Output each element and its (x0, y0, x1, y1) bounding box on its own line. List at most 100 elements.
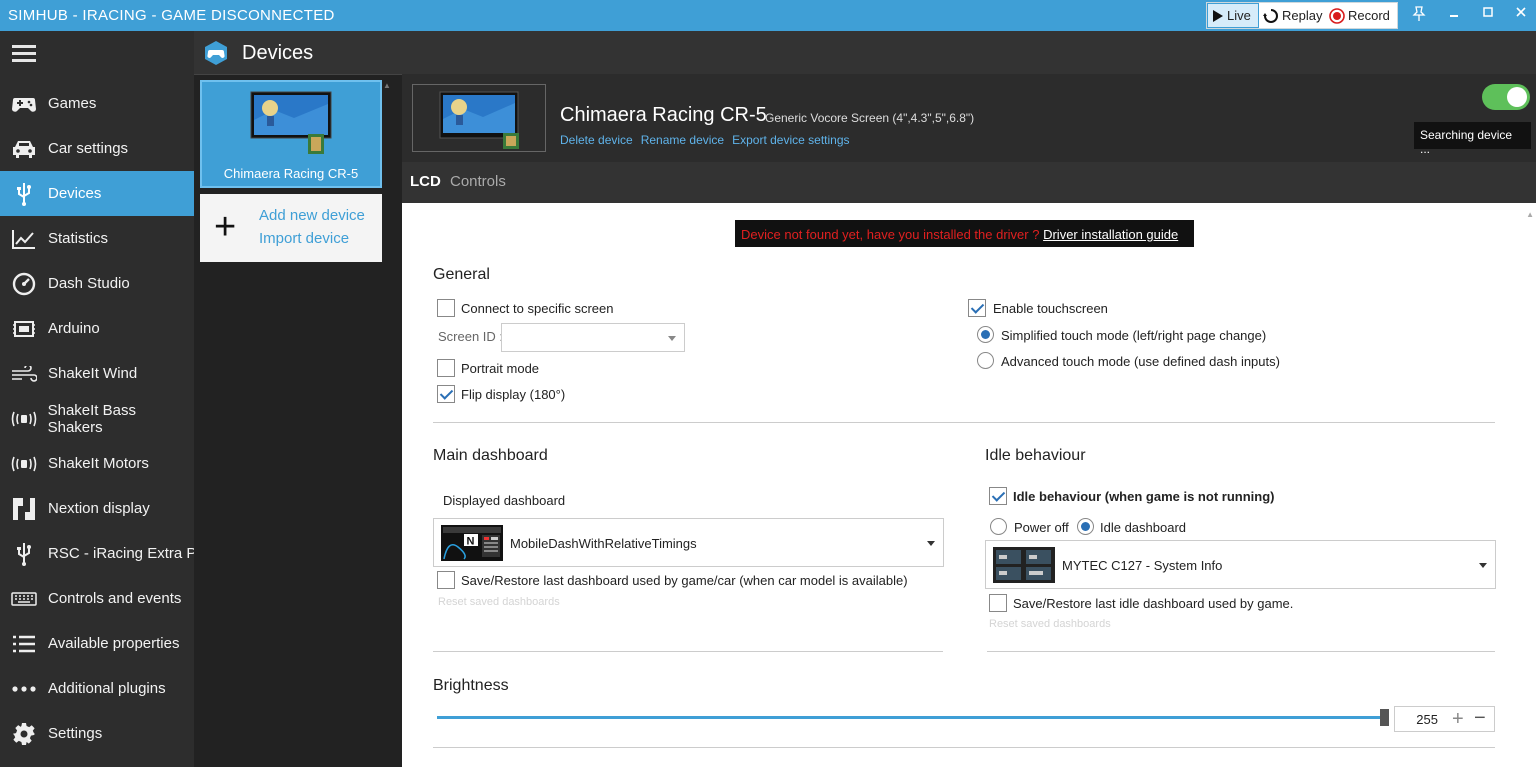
sidebar-item-statistics[interactable]: Statistics (0, 216, 194, 261)
export-device-settings-link[interactable]: Export device settings (732, 133, 849, 147)
chevron-down-icon (1479, 562, 1487, 568)
device-thumbnail (250, 90, 334, 156)
increment-icon[interactable]: + (1452, 708, 1464, 731)
sidebar-item-games[interactable]: Games (0, 81, 194, 126)
close-icon[interactable] (1510, 6, 1532, 26)
brightness-stepper[interactable]: 255 + − (1394, 706, 1495, 732)
flip-display-checkbox[interactable] (437, 385, 455, 403)
brightness-section-title: Brightness (433, 677, 509, 694)
idle-behaviour-checkbox[interactable] (989, 487, 1007, 505)
sidebar-item-additional-plugins[interactable]: Additional plugins (0, 666, 194, 711)
pin-icon[interactable] (1408, 6, 1430, 26)
delete-device-link[interactable]: Delete device (560, 133, 633, 147)
sidebar-item-shakeit-motors[interactable]: ShakeIt Motors (0, 441, 194, 486)
device-actions: Delete device Rename device Export devic… (560, 133, 850, 147)
chevron-down-icon (927, 540, 935, 546)
minimize-icon[interactable] (1443, 6, 1465, 26)
divider (433, 747, 1495, 748)
sidebar-item-car-settings[interactable]: Car settings (0, 126, 194, 171)
screen-id-select[interactable] (501, 323, 685, 352)
sidebar-item-dash-studio[interactable]: Dash Studio (0, 261, 194, 306)
sidebar-item-shakeit-wind[interactable]: ShakeIt Wind (0, 351, 194, 396)
decrement-icon[interactable]: − (1474, 707, 1486, 730)
car-icon (0, 139, 48, 159)
scroll-up-icon[interactable]: ▲ (383, 81, 391, 90)
sidebar-item-settings[interactable]: Settings (0, 711, 194, 756)
device-enabled-toggle[interactable] (1482, 84, 1530, 110)
advanced-touch-radio[interactable] (977, 352, 994, 369)
connect-specific-screen-checkbox[interactable] (437, 299, 455, 317)
sidebar-item-rsc-iracing[interactable]: RSC - iRacing Extra Pro (0, 531, 194, 576)
plus-icon: + (214, 206, 237, 248)
chevron-down-icon (668, 335, 676, 341)
tab-controls[interactable]: Controls (450, 173, 506, 190)
idle-dashboard-select[interactable]: MYTEC C127 - System Info (985, 540, 1496, 589)
rename-device-link[interactable]: Rename device (641, 133, 724, 147)
gauge-icon (0, 272, 48, 296)
save-restore-dashboard-checkbox[interactable] (437, 571, 455, 589)
portrait-mode-checkbox[interactable] (437, 359, 455, 377)
main-dashboard-select[interactable]: N MobileDashWithRelativeTimings (433, 518, 944, 567)
playback-controls: Live Replay Record (1206, 2, 1398, 29)
portrait-mode-label: Portrait mode (461, 361, 540, 376)
record-button[interactable]: Record (1325, 3, 1395, 28)
simplified-touch-radio[interactable] (977, 326, 994, 343)
device-list: Chimaera Racing CR-5 + Add new device Im… (194, 74, 402, 767)
chip-icon (0, 319, 48, 339)
brightness-slider-handle[interactable] (1380, 709, 1389, 726)
page-title: Devices (242, 42, 314, 64)
device-type: Generic Vocore Screen (4",4.3",5",6.8") (765, 111, 975, 125)
advanced-touch-label: Advanced touch mode (use defined dash in… (1001, 354, 1280, 369)
live-button[interactable]: Live (1207, 3, 1259, 28)
power-off-label: Power off (1014, 520, 1069, 535)
idle-behaviour-label: Idle behaviour (when game is not running… (1013, 489, 1275, 504)
main-dashboard-value: MobileDashWithRelativeTimings (510, 536, 697, 551)
sidebar-item-arduino[interactable]: Arduino (0, 306, 194, 351)
record-icon (1329, 7, 1345, 24)
divider (433, 422, 1495, 423)
sidebar-item-nextion-display[interactable]: Nextion display (0, 486, 194, 531)
idle-dashboard-radio[interactable] (1077, 518, 1094, 535)
usb-icon (0, 182, 48, 206)
usb-icon (0, 542, 48, 566)
device-header-thumbnail (412, 84, 546, 152)
sidebar-item-shakeit-bass-shakers[interactable]: ShakeIt Bass Shakers (0, 396, 194, 441)
svg-text:N: N (467, 536, 475, 548)
brightness-slider-track[interactable] (437, 716, 1385, 719)
hamburger-menu-icon[interactable] (12, 45, 36, 63)
reset-saved-idle-dashboards-link[interactable]: Reset saved dashboards (989, 618, 1111, 630)
simplified-touch-label: Simplified touch mode (left/right page c… (1001, 328, 1267, 343)
add-device-card: + Add new device Import device (200, 194, 382, 262)
page-header: Devices (194, 31, 1536, 74)
sidebar-item-controls-and-events[interactable]: Controls and events (0, 576, 194, 621)
connect-specific-screen-label: Connect to specific screen (461, 301, 614, 316)
screen-id-label: Screen ID : (438, 329, 504, 344)
save-restore-idle-checkbox[interactable] (989, 594, 1007, 612)
replay-button[interactable]: Replay (1259, 3, 1325, 28)
device-name: Chimaera Racing CR-5 (560, 104, 767, 126)
idle-dashboard-label: Idle dashboard (1100, 520, 1187, 535)
device-card-name: Chimaera Racing CR-5 (223, 166, 359, 181)
vibration-icon (0, 410, 48, 428)
import-device-link[interactable]: Import device (259, 230, 349, 247)
main-dashboard-section-title: Main dashboard (433, 447, 548, 464)
device-card-selected[interactable]: Chimaera Racing CR-5 (200, 80, 382, 188)
lcd-settings-panel: ▲ Device not found yet, have you install… (402, 203, 1536, 767)
add-new-device-link[interactable]: Add new device (259, 207, 365, 224)
power-off-radio[interactable] (990, 518, 1007, 535)
sidebar-item-available-properties[interactable]: Available properties (0, 621, 194, 666)
title-bar: SIMHUB - IRACING - GAME DISCONNECTED Liv… (0, 0, 1536, 31)
tab-lcd[interactable]: LCD (410, 173, 441, 190)
dots-icon (0, 685, 48, 692)
sidebar-item-devices[interactable]: Devices (0, 171, 194, 216)
nextion-icon (0, 497, 48, 521)
scroll-up-icon[interactable]: ▲ (1526, 210, 1534, 219)
toggle-knob (1507, 87, 1527, 107)
enable-touchscreen-checkbox[interactable] (968, 299, 986, 317)
list-icon (0, 634, 48, 654)
driver-installation-guide-link[interactable]: Driver installation guide (1043, 227, 1178, 242)
reset-saved-dashboards-link[interactable]: Reset saved dashboards (438, 596, 560, 608)
maximize-icon[interactable] (1477, 6, 1499, 26)
device-status: Searching device ... (1414, 122, 1531, 156)
dashboard-thumbnail: N (441, 525, 503, 561)
